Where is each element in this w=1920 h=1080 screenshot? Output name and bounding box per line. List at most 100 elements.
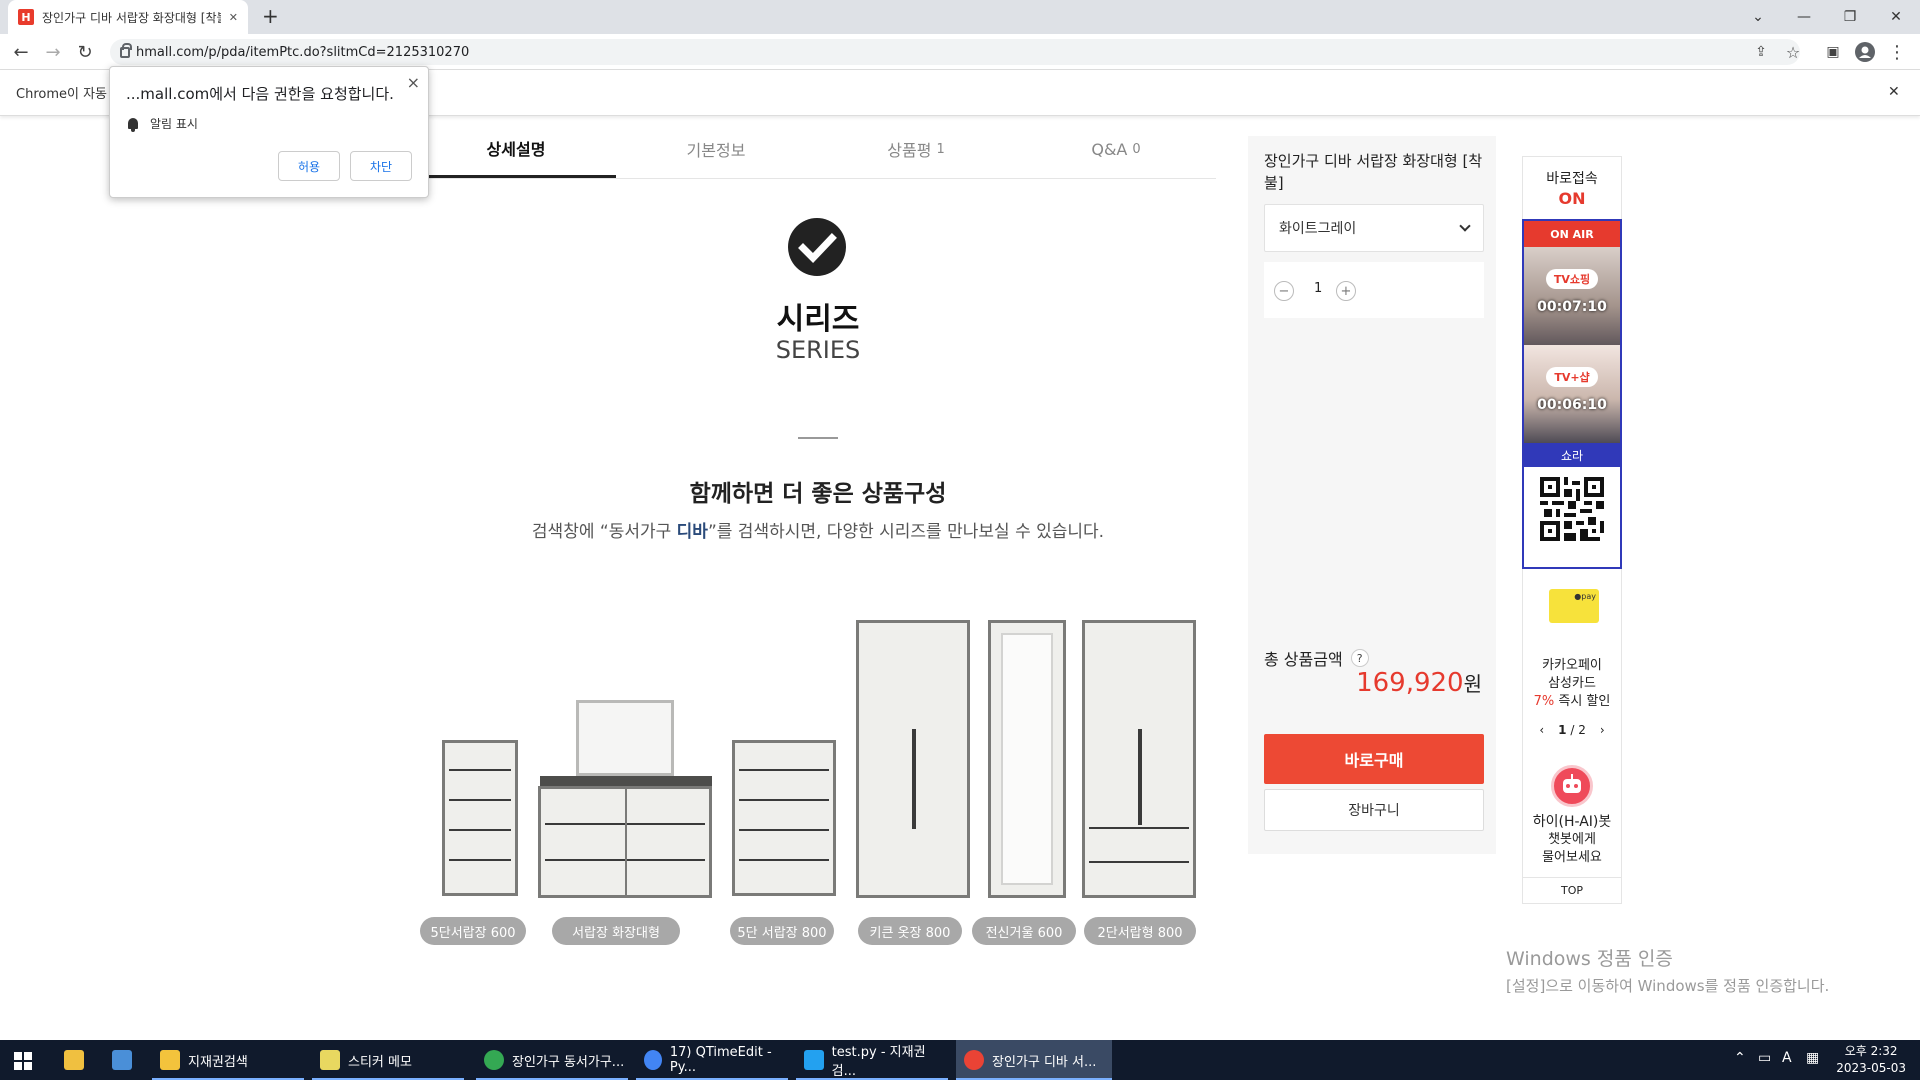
furniture-full-mirror [988,620,1066,898]
quick-title-label: 바로접속 [1546,171,1598,187]
series-item-label[interactable]: 5단 서랍장 800 [730,917,834,945]
clock-date: 2023-05-03 [1836,1061,1906,1075]
pinned-app-icon[interactable] [64,1050,84,1070]
tv-plus-shop-live[interactable]: TV+샵 00:06:10 [1524,345,1620,443]
tv-shopping-live[interactable]: TV쇼핑 00:07:10 [1524,247,1620,345]
popup-close-icon[interactable]: × [407,73,420,92]
tab-qna[interactable]: Q&A 0 [1016,120,1216,178]
taskbar-item-chrome1[interactable]: 장인가구 동서가구... [476,1040,628,1080]
pager-total: / 2 [1570,723,1586,737]
tab-detail[interactable]: 상세설명 [416,120,616,178]
card-promo-rest: 즉시 할인 [1554,694,1611,709]
total-price: 169,920원 [1356,668,1482,698]
top-button[interactable]: TOP [1523,877,1621,903]
chatbot-line1: 하이(H-AI)봇 [1532,814,1612,830]
on-air-box: ON AIR TV쇼핑 00:07:10 TV+샵 00:06:10 쇼라 [1522,219,1622,569]
folder-icon [160,1050,180,1070]
option-value: 화이트그레이 [1279,221,1357,237]
shora-label[interactable]: 쇼라 [1524,443,1620,467]
forward-icon[interactable]: → [40,40,66,64]
pinned-app-icon[interactable] [112,1050,132,1070]
combo-desc-pre: 검색창에 “동서가구 [531,522,677,542]
browser-toolbar: ← → ↻ hmall.com/p/pda/itemPtc.do?slitmCd… [0,34,1920,70]
product-name: 장인가구 디바 서랍장 화장대형 [착불] [1264,152,1483,192]
currency-unit: 원 [1463,672,1482,696]
option-select[interactable]: 화이트그레이 [1264,204,1484,252]
bell-icon [128,118,138,132]
allow-button[interactable]: 허용 [278,151,340,181]
new-tab-button[interactable]: + [262,4,279,28]
chatbot-text[interactable]: 하이(H-AI)봇 챗봇에게 물어보세요 [1523,813,1621,867]
url-text: hmall.com/p/pda/itemPtc.do?slitmCd=21253… [136,44,470,60]
tray-chevron-icon[interactable]: ⌃ [1734,1050,1746,1066]
series-item-label[interactable]: 2단서랍형 800 [1084,917,1196,945]
card-promo[interactable]: 카카오페이 삼성카드 7% 즉시 할인 [1523,657,1621,711]
share-icon[interactable]: ⇪ [1748,40,1774,64]
pager-text: 1 / 2 [1558,723,1586,737]
permission-title: ...mall.com에서 다음 권한을 요청합니다. [126,85,394,103]
furniture-vanity-top [540,776,712,786]
tab-reviews[interactable]: 상품평 1 [816,120,1016,178]
taskbar-item-sticky[interactable]: 스티커 메모 [312,1040,464,1080]
tab-basic-info[interactable]: 기본정보 [616,120,816,178]
taskbar-item-chrome-active[interactable]: 장인가구 디바 서... [956,1040,1112,1080]
series-item-label[interactable]: 키큰 옷장 800 [858,917,962,945]
chevron-left-icon[interactable]: ‹ [1539,723,1544,737]
ime-indicator[interactable]: A [1782,1050,1792,1066]
taskbar-item-folder[interactable]: 지재권검색 [152,1040,304,1080]
windows-activation-watermark: Windows 정품 인증 [설정]으로 이동하여 Windows를 정품 인증… [1506,944,1829,996]
total-label: 총 상품금액 ? [1264,646,1369,670]
close-window-button[interactable]: ✕ [1882,4,1910,30]
chatbot-icon[interactable] [1551,765,1593,807]
taskbar-item-vscode[interactable]: test.py - 지재권검... [796,1040,948,1080]
kebab-menu-icon[interactable]: ⋮ [1884,40,1910,64]
combo-title: 함께하면 더 좋은 상품구성 [689,481,947,507]
series-item-label[interactable]: 전신거울 600 [972,917,1076,945]
watermark-line2: [설정]으로 이동하여 Windows를 정품 인증합니다. [1506,977,1830,995]
reload-icon[interactable]: ↻ [72,40,98,64]
total-price-value: 169,920 [1356,668,1464,698]
infobar-text: Chrome이 자동 [16,87,108,102]
windows-start-icon[interactable] [14,1052,32,1074]
kakao-pay-icon[interactable]: ●pay [1549,589,1599,623]
minimize-button[interactable]: — [1790,4,1818,30]
series-item-label[interactable]: 5단서랍장 600 [420,917,526,945]
buy-now-button[interactable]: 바로구매 [1264,734,1484,784]
tab-qna-label: Q&A [1091,139,1128,159]
tv-plus-badge: TV+샵 [1546,367,1598,387]
help-icon[interactable]: ? [1350,649,1369,667]
vscode-icon [804,1050,824,1070]
bookmark-star-icon[interactable]: ☆ [1780,40,1806,64]
add-to-cart-button[interactable]: 장바구니 [1264,789,1484,831]
system-clock[interactable]: 오후 2:32 2023-05-03 [1836,1043,1906,1077]
side-panel-icon[interactable]: ▣ [1820,40,1846,64]
tab-reviews-label: 상품평 [887,141,932,160]
combo-description: 검색창에 “동서가구 디바”를 검색하시면, 다양한 시리즈를 만나보실 수 있… [400,517,1236,542]
tab-close-icon[interactable]: ✕ [229,11,238,24]
profile-avatar[interactable] [1852,40,1878,64]
combo-desc-highlight: 디바 [676,522,708,542]
tab-search-icon[interactable]: ⌄ [1744,4,1772,30]
chatbot-line3: 물어보세요 [1542,850,1602,865]
maximize-button[interactable]: ❐ [1836,4,1864,30]
series-subtitle: SERIES [775,336,861,364]
browser-tab[interactable]: H 장인가구 디바 서랍장 화장대형 [착불] ✕ [8,0,248,34]
series-item-label[interactable]: 서랍장 화장대형 [552,917,680,945]
lock-icon[interactable] [120,42,132,58]
network-icon[interactable]: ▭ [1758,1050,1771,1066]
card-promo-line3: 7% 즉시 할인 [1523,693,1621,711]
qty-minus-button[interactable]: − [1274,281,1294,301]
back-icon[interactable]: ← [8,40,34,64]
taskbar-item-chrome2[interactable]: 17) QTimeEdit - Py... [636,1040,788,1080]
qr-code-icon[interactable] [1540,477,1604,541]
browser-tab-strip: H 장인가구 디바 서랍장 화장대형 [착불] ✕ + ⌄ — ❐ ✕ [0,0,1920,34]
block-button[interactable]: 차단 [350,151,412,181]
sticky-note-icon [320,1050,340,1070]
keyboard-icon[interactable]: ▦ [1806,1050,1819,1066]
taskbar-item-label: 장인가구 디바 서... [992,1054,1097,1070]
address-bar[interactable]: hmall.com/p/pda/itemPtc.do?slitmCd=21253… [110,39,1800,65]
qty-value[interactable]: 1 [1314,281,1322,296]
chevron-right-icon[interactable]: › [1600,723,1605,737]
infobar-close-icon[interactable]: ✕ [1888,84,1900,100]
qty-plus-button[interactable]: + [1336,281,1356,301]
